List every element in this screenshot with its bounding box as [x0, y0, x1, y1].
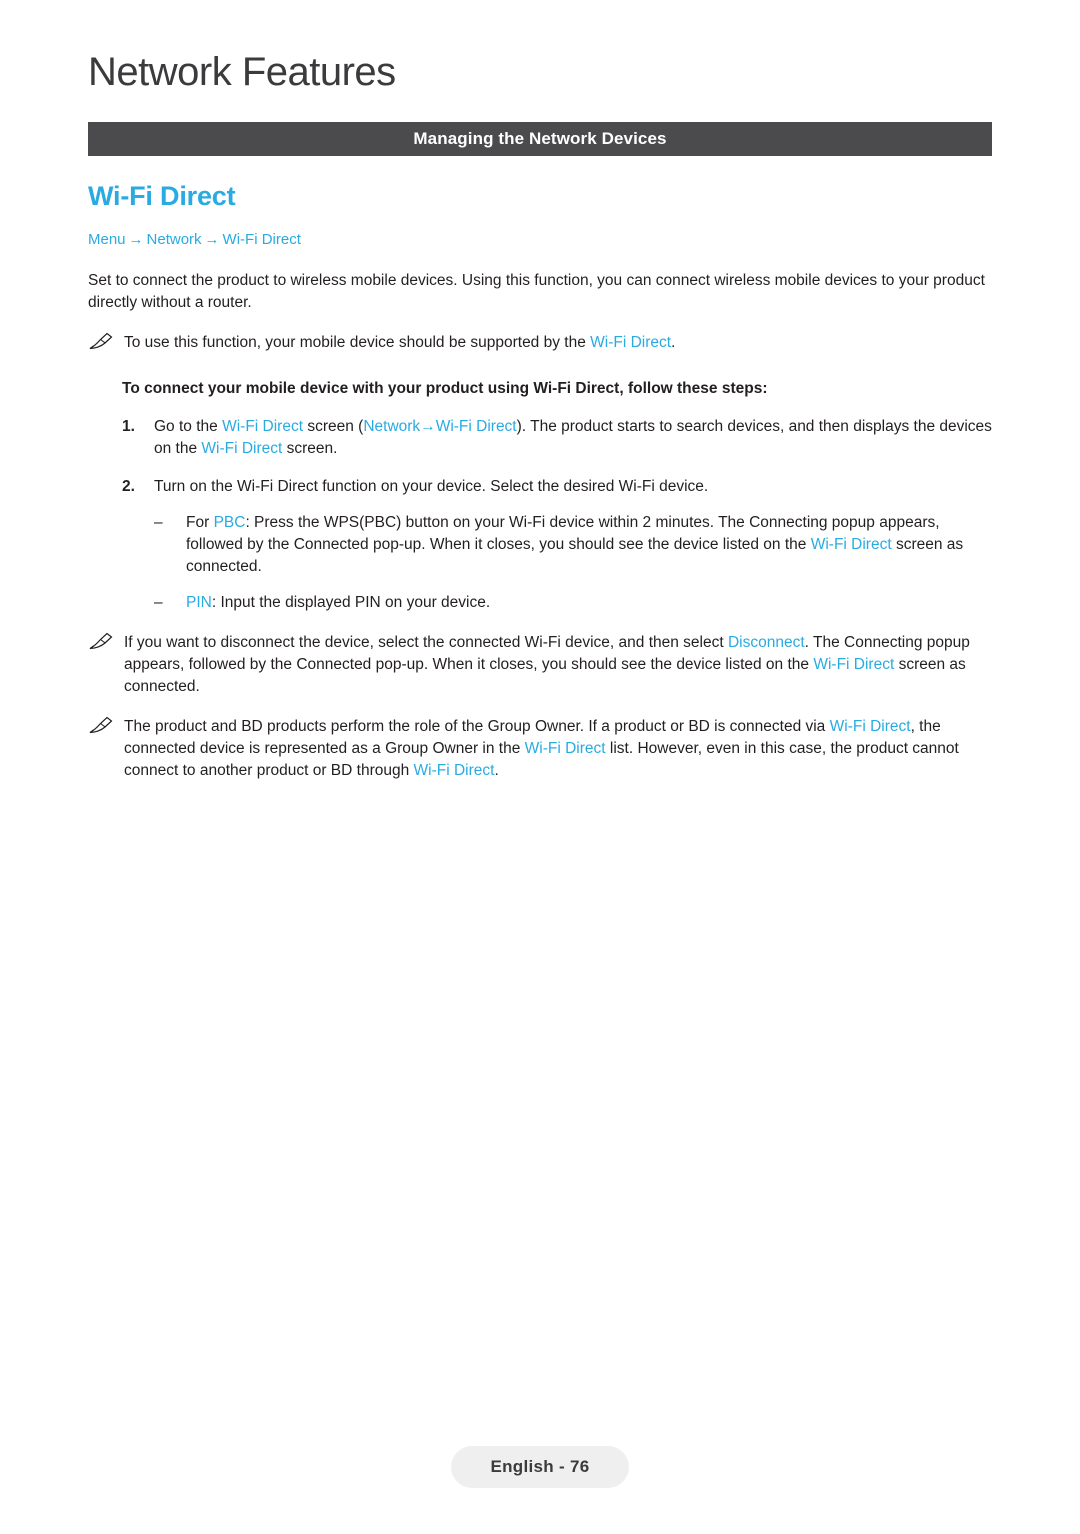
dash-bullet-icon: – [154, 513, 163, 531]
step-1-l4: Wi-Fi Direct [201, 439, 283, 457]
note-3-t4: . [494, 761, 499, 779]
note-item-1: To use this function, your mobile device… [88, 332, 992, 354]
breadcrumb-item-network: Network [146, 231, 202, 249]
step-2: 2. Turn on the Wi-Fi Direct function on y… [122, 476, 992, 498]
pencil-note-icon-2 [88, 632, 116, 652]
section-header-bar: Managing the Network Devices [88, 122, 992, 156]
step-1: 1. Go to the Wi-Fi Direct screen (Network… [122, 416, 992, 460]
breadcrumb-item-wifi-direct: Wi-Fi Direct [222, 231, 301, 249]
note-2-l2: Wi-Fi Direct [813, 655, 895, 673]
step-1-number: 1. [122, 417, 135, 435]
note-1-text-a: To use this function, your mobile device… [124, 333, 591, 351]
note-3-t1: The product and BD products perform the … [124, 717, 830, 735]
step-1-l1: Wi-Fi Direct [222, 417, 304, 435]
step-2-number: 2. [122, 477, 135, 495]
page-content: Wi-Fi Direct Menu → Network → Wi-Fi Direct S… [88, 180, 992, 782]
sub-item-pin: – PIN: Input the displayed PIN on your de… [154, 592, 992, 614]
note-2-t1: If you want to disconnect the device, se… [124, 633, 728, 651]
step-1-l2: Network [363, 417, 421, 435]
breadcrumb-arrow-icon: → [128, 231, 144, 249]
note-item-2: If you want to disconnect the device, se… [88, 632, 992, 698]
sub-1-l2: Wi-Fi Direct [810, 535, 892, 553]
chapter-title: Network Features [88, 50, 396, 94]
topic-title: Wi-Fi Direct [88, 181, 236, 211]
note-3-l3: Wi-Fi Direct [413, 761, 495, 779]
section-header-title: Managing the Network Devices [413, 129, 667, 148]
note-2-l1: Disconnect [727, 633, 805, 651]
pencil-note-icon [88, 332, 116, 352]
sub-1-t1: For [186, 513, 214, 531]
step-1-l3: Wi-Fi Direct [435, 417, 517, 435]
step-1-t1: Go to the [154, 417, 223, 435]
sub-2-t1: : Input the displayed PIN on your device… [211, 593, 491, 611]
note-1-text-b: . [671, 333, 676, 351]
sub-2-l1: PIN [186, 593, 212, 611]
document-page: Network Features Managing the Network De… [0, 0, 1080, 1534]
intro-paragraph: Set to connect the product to wireless m… [88, 271, 985, 311]
step-1-arrow-icon: → [420, 417, 436, 435]
note-3-l2: Wi-Fi Direct [524, 739, 606, 757]
breadcrumb-arrow-icon-2: → [204, 231, 220, 249]
steps-lead-text: To connect your mobile device with your … [122, 379, 768, 397]
step-1-t6: screen. [282, 439, 338, 457]
sub-item-pbc: – For PBC: Press the WPS(PBC) button on y… [154, 512, 992, 578]
breadcrumb-item-menu: Menu [88, 231, 126, 249]
sub-1-l1: PBC [213, 513, 246, 531]
breadcrumb: Menu → Network → Wi-Fi Direct [88, 230, 992, 250]
dash-bullet-icon-2: – [154, 593, 163, 611]
note-1-link: Wi-Fi Direct [590, 333, 672, 351]
note-item-3: The product and BD products perform the … [88, 716, 992, 782]
step-1-t2: screen ( [303, 417, 364, 435]
pencil-note-icon-3 [88, 716, 116, 736]
note-3-l1: Wi-Fi Direct [829, 717, 911, 735]
step-2-text: Turn on the Wi-Fi Direct function on you… [154, 477, 709, 495]
page-footer-badge: English - 76 [451, 1446, 629, 1488]
